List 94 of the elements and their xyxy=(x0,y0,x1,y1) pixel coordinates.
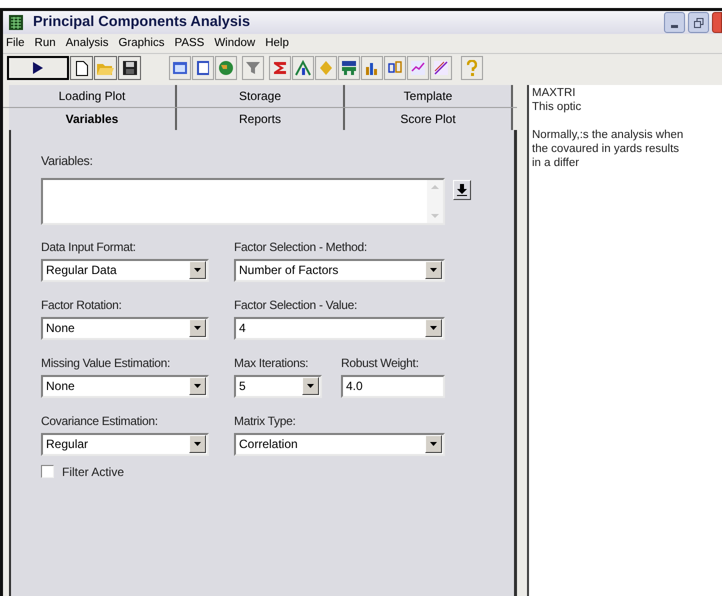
tab[interactable]: Loading Plot xyxy=(9,85,177,107)
caret-icon xyxy=(430,442,437,446)
caret-icon xyxy=(430,326,437,330)
dropdown-button[interactable] xyxy=(189,261,206,280)
dropdown-button[interactable] xyxy=(425,261,442,280)
caret-icon xyxy=(307,384,314,388)
toolbar-button[interactable] xyxy=(384,56,406,80)
caret-icon xyxy=(194,442,201,446)
caret-icon xyxy=(194,326,201,330)
restore-icon xyxy=(694,18,704,28)
field-label: Missing Value Estimation: xyxy=(41,354,172,372)
dropdown-button[interactable] xyxy=(302,377,319,396)
caret-icon xyxy=(430,268,437,272)
toolbar-button[interactable] xyxy=(338,56,360,80)
variable-picker-button[interactable] xyxy=(453,180,471,200)
dropdown-button[interactable] xyxy=(425,319,442,338)
toolbar-button[interactable] xyxy=(361,56,383,80)
checkbox-label: Filter Active xyxy=(62,464,124,481)
scrollbar[interactable] xyxy=(427,180,443,223)
input-field[interactable]: 4.0 xyxy=(341,374,445,398)
menu-item[interactable]: Window xyxy=(214,34,256,52)
tab[interactable]: Storage xyxy=(177,85,345,107)
toolbar-button[interactable] xyxy=(169,56,191,80)
minimize-button[interactable] xyxy=(664,12,685,33)
help-text: the covaured in yards results xyxy=(532,142,680,156)
toolbar-button[interactable] xyxy=(242,56,264,80)
dropdown[interactable]: Regular xyxy=(41,432,209,456)
toolbar-button[interactable] xyxy=(269,56,291,80)
tab[interactable]: Variables xyxy=(9,108,177,130)
caret-icon xyxy=(194,268,201,272)
tab[interactable]: Reports xyxy=(177,108,345,130)
field-label: Max Iterations: xyxy=(234,354,310,372)
field-label: Factor Selection - Method: xyxy=(234,238,368,256)
dropdown[interactable]: 4 xyxy=(234,316,445,340)
dropdown[interactable]: Correlation xyxy=(234,432,445,456)
toolbar-button[interactable] xyxy=(430,56,452,80)
field-label: Factor Selection - Value: xyxy=(234,296,358,314)
menu-item[interactable]: Graphics xyxy=(118,34,164,52)
table-icon xyxy=(171,59,189,77)
field-label: Covariance Estimation: xyxy=(41,412,159,430)
menu-item[interactable]: Analysis xyxy=(66,34,108,52)
dropdown-button[interactable] xyxy=(189,435,206,454)
dropdown[interactable]: 5 xyxy=(234,374,322,398)
dropdown[interactable]: Regular Data xyxy=(41,258,209,282)
field-label: Data Input Format: xyxy=(41,238,137,256)
open-button[interactable] xyxy=(94,56,117,80)
diamond-icon xyxy=(317,59,335,77)
field-label: Robust Weight: xyxy=(341,354,420,372)
download-arrow-icon xyxy=(457,184,467,196)
document-icon xyxy=(194,59,212,77)
variables-field[interactable] xyxy=(41,178,445,225)
dropdown[interactable]: None xyxy=(41,374,209,398)
dropdown[interactable]: None xyxy=(41,316,209,340)
folder-icon xyxy=(97,61,114,75)
new-button[interactable] xyxy=(70,56,93,80)
caret-icon xyxy=(194,384,201,388)
sigma-icon xyxy=(271,59,289,77)
run-button[interactable] xyxy=(7,56,69,80)
plot-icon xyxy=(294,59,312,77)
globe-icon xyxy=(217,59,235,77)
field-label: Matrix Type: xyxy=(234,412,297,430)
menu-item[interactable]: PASS xyxy=(174,34,204,52)
help-text: Normally,:s the analysis when xyxy=(532,128,684,142)
checkbox[interactable] xyxy=(41,465,54,478)
line-chart-icon xyxy=(409,59,427,77)
dropdown-button[interactable] xyxy=(425,435,442,454)
dropdown-button[interactable] xyxy=(189,319,206,338)
menu-item[interactable]: Run xyxy=(34,34,56,52)
menu-item[interactable]: Help xyxy=(265,34,289,52)
table-chart-icon xyxy=(340,59,358,77)
app-icon xyxy=(9,15,23,30)
menu-item[interactable]: File xyxy=(6,34,25,52)
help-text: This optic xyxy=(532,100,582,114)
field-label: Factor Rotation: xyxy=(41,296,123,314)
minimize-icon xyxy=(671,25,678,28)
question-mark-icon xyxy=(467,60,477,76)
tab[interactable]: Score Plot xyxy=(345,108,513,130)
scatter-icon xyxy=(432,59,450,77)
save-button[interactable] xyxy=(118,56,141,80)
dropdown-button[interactable] xyxy=(189,377,206,396)
tab[interactable]: Template xyxy=(345,85,513,107)
toolbar-button[interactable] xyxy=(215,56,237,80)
help-text: MAXTRI xyxy=(532,86,576,100)
window-title: Principal Components Analysis xyxy=(33,12,250,32)
toolbar-button[interactable] xyxy=(292,56,314,80)
funnel-icon xyxy=(244,59,262,77)
play-icon xyxy=(33,62,43,74)
toolbar-button[interactable] xyxy=(407,56,429,80)
dropdown[interactable]: Number of Factors xyxy=(234,258,445,282)
field-label: Variables: xyxy=(41,153,94,170)
restore-button[interactable] xyxy=(688,12,709,33)
toolbar-button[interactable] xyxy=(192,56,214,80)
help-text: in a differ xyxy=(532,156,580,170)
document-icon xyxy=(76,60,88,76)
